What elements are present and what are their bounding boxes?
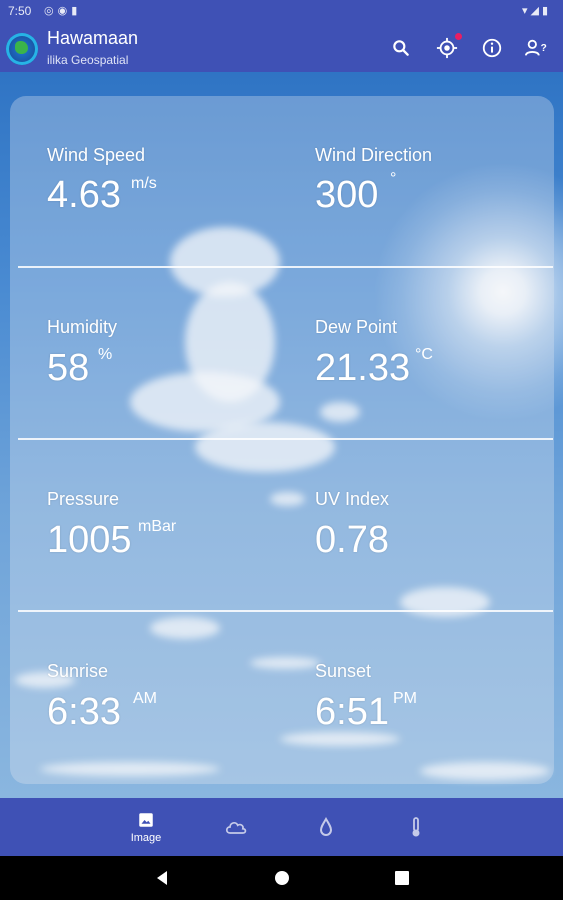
back-icon xyxy=(157,871,167,885)
wind-speed-label: Wind Speed xyxy=(47,145,146,165)
app-subtitle: ilika Geospatial xyxy=(47,53,129,67)
system-navigation-bar xyxy=(0,856,563,900)
sd-card-icon: ▮ xyxy=(71,5,82,17)
wind-direction-unit: ° xyxy=(390,170,397,187)
back-button[interactable] xyxy=(152,868,172,888)
sunrise-value: 6:33 xyxy=(47,691,121,733)
thermometer-icon xyxy=(412,817,420,837)
nav-item-image[interactable]: Image xyxy=(116,798,176,856)
wind-speed-unit: m/s xyxy=(131,175,157,192)
pressure-value: 1005 xyxy=(47,519,132,561)
signal-icon: ◢ xyxy=(530,5,542,17)
sunset-value: 6:51 xyxy=(315,691,389,733)
sunrise-label: Sunrise xyxy=(47,661,109,681)
recents-button[interactable] xyxy=(392,868,412,888)
battery-icon: ▮ xyxy=(541,5,551,17)
photo-icon: ◉ xyxy=(57,5,72,17)
notification-icon: ◎ xyxy=(44,5,58,17)
home-icon xyxy=(275,871,289,885)
sunset-label: Sunset xyxy=(315,661,372,681)
recents-icon xyxy=(395,871,409,885)
app-title: Hawamaan xyxy=(47,28,139,48)
nav-item-water[interactable] xyxy=(296,798,356,856)
svg-text:?: ? xyxy=(541,43,547,54)
app-logo xyxy=(6,33,38,65)
status-right-icons: ▾◢▮ xyxy=(522,4,551,17)
image-icon xyxy=(139,812,153,827)
nav-item-label: Image xyxy=(130,831,162,844)
divider xyxy=(18,266,553,268)
info-icon xyxy=(482,38,502,58)
status-left-icons: ◎◉▮ xyxy=(44,4,81,17)
status-time: 7:50 xyxy=(8,4,32,18)
my-location-button[interactable] xyxy=(434,33,462,61)
nav-item-temperature[interactable] xyxy=(386,798,446,856)
water-drop-icon xyxy=(319,817,333,837)
search-button[interactable] xyxy=(388,35,414,61)
notification-badge xyxy=(455,33,462,40)
pressure-label: Pressure xyxy=(47,489,120,509)
sunset-unit: PM xyxy=(393,690,417,707)
account-help-icon: ? xyxy=(525,39,547,56)
divider xyxy=(18,610,553,612)
my-location-icon xyxy=(436,37,458,59)
humidity-label: Humidity xyxy=(47,317,118,337)
status-bar: 7:50 ◎◉▮ ▾◢▮ xyxy=(0,0,563,24)
dew-point-unit: °C xyxy=(415,346,433,363)
account-help-button[interactable]: ? xyxy=(523,35,549,61)
divider xyxy=(18,438,553,440)
info-button[interactable] xyxy=(479,35,505,61)
dew-point-value: 21.33 xyxy=(315,347,411,389)
home-button[interactable] xyxy=(272,868,292,888)
humidity-value: 58 xyxy=(47,347,90,389)
wind-direction-label: Wind Direction xyxy=(315,145,433,165)
search-icon xyxy=(393,40,409,56)
sunrise-unit: AM xyxy=(133,690,157,707)
uv-index-label: UV Index xyxy=(315,489,390,509)
cloud-icon xyxy=(225,821,247,834)
humidity-unit: % xyxy=(98,346,113,363)
dew-point-label: Dew Point xyxy=(315,317,398,337)
app-bar: Hawamaan ilika Geospatial ? xyxy=(0,24,563,72)
wind-direction-value: 300 xyxy=(315,174,379,216)
uv-index-value: 0.78 xyxy=(315,519,389,561)
bottom-navigation: Image xyxy=(0,798,563,856)
nav-item-cloud[interactable] xyxy=(206,798,266,856)
pressure-unit: mBar xyxy=(138,518,177,535)
wind-speed-value: 4.63 xyxy=(47,174,121,216)
